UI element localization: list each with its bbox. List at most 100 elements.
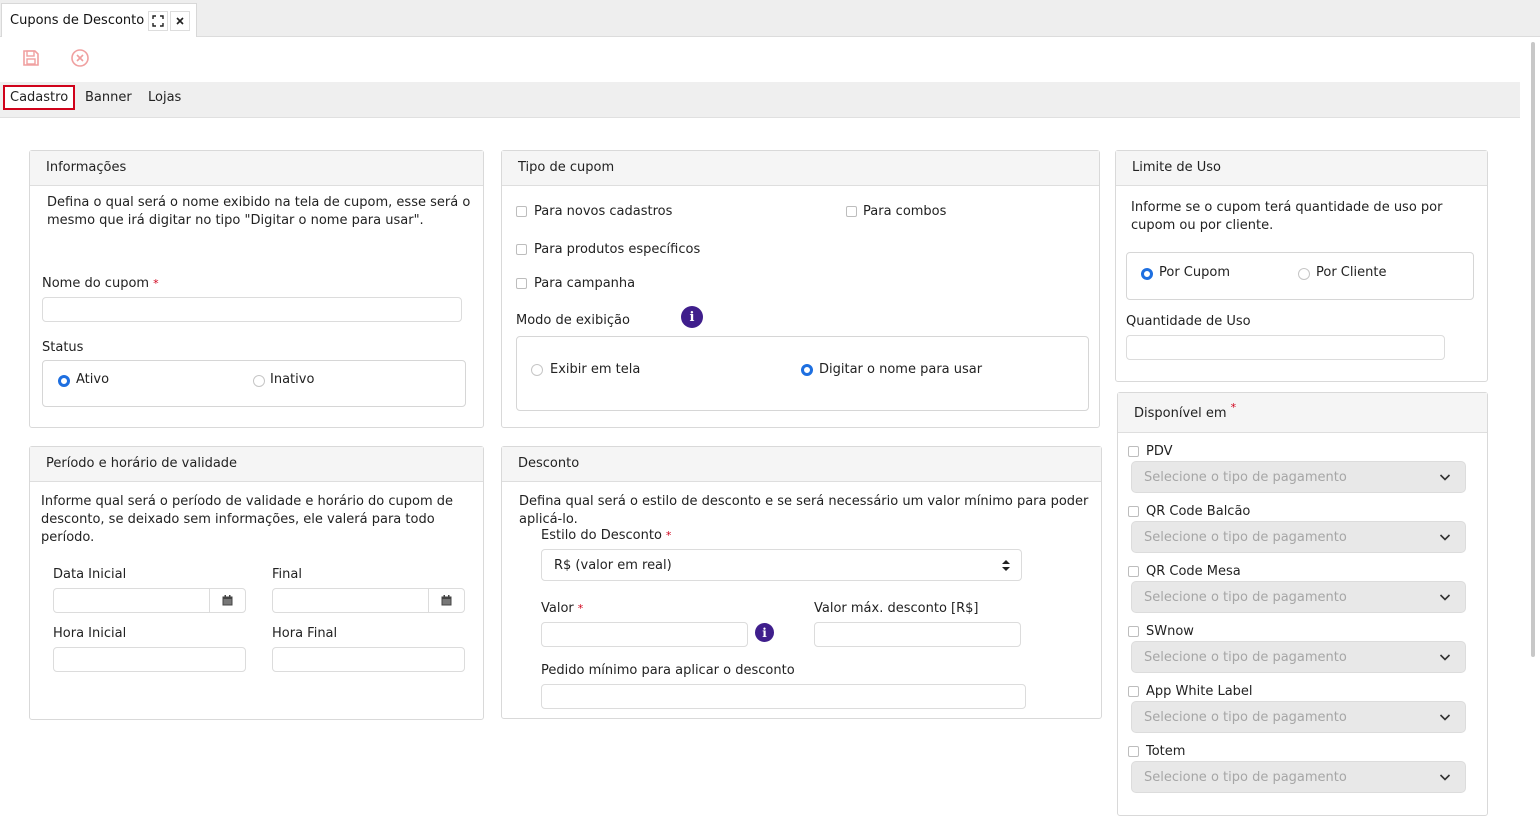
informacoes-title: Informações: [30, 151, 483, 186]
nome-cupom-input[interactable]: [42, 297, 462, 322]
estilo-desconto-select[interactable]: R$ (valor em real): [541, 549, 1022, 581]
swnow-label: SWnow: [1146, 624, 1194, 639]
estilo-desconto-label: Estilo do Desconto *: [541, 528, 672, 543]
info-icon[interactable]: i: [755, 623, 774, 642]
novos-cadastros-checkbox[interactable]: [516, 206, 527, 217]
cancel-circle-icon[interactable]: [70, 48, 92, 70]
status-inativo-radio[interactable]: [253, 375, 265, 387]
digitar-nome-radio[interactable]: [801, 364, 813, 376]
pdv-label: PDV: [1146, 444, 1173, 459]
form-tabs: Cadastro Banner Lojas: [0, 82, 1520, 118]
totem-checkbox[interactable]: [1128, 746, 1139, 757]
modo-exibicao-group: Exibir em tela Digitar o nome para usar: [516, 336, 1089, 411]
limite-tipo-group: Por Cupom Por Cliente: [1126, 252, 1474, 300]
combos-checkbox[interactable]: [846, 206, 857, 217]
por-cupom-radio[interactable]: [1141, 268, 1153, 280]
page-scrollbar[interactable]: [1531, 42, 1535, 657]
document-tab-title: Cupons de Desconto: [10, 13, 145, 28]
pdv-checkbox[interactable]: [1128, 446, 1139, 457]
combos-label: Para combos: [863, 204, 947, 219]
chevron-down-icon: [1439, 654, 1451, 661]
periodo-panel: Período e horário de validade Informe qu…: [29, 446, 484, 720]
totem-label: Totem: [1146, 744, 1186, 759]
totem-payment-select[interactable]: Selecione o tipo de pagamento: [1131, 761, 1466, 793]
info-icon[interactable]: i: [681, 306, 703, 328]
expand-icon[interactable]: [148, 11, 168, 31]
status-inativo-label[interactable]: Inativo: [270, 372, 314, 387]
pedido-minimo-label: Pedido mínimo para aplicar o desconto: [541, 663, 795, 678]
estilo-desconto-value: R$ (valor em real): [554, 558, 672, 573]
por-cliente-label[interactable]: Por Cliente: [1316, 265, 1386, 280]
status-ativo-label[interactable]: Ativo: [76, 372, 109, 387]
campanha-label: Para campanha: [534, 276, 636, 291]
informacoes-panel: Informações Defina o qual será o nome ex…: [29, 150, 484, 428]
hora-final-input[interactable]: [272, 647, 465, 672]
status-label: Status: [42, 340, 84, 355]
status-ativo-radio[interactable]: [58, 375, 70, 387]
valor-max-input[interactable]: [814, 622, 1021, 647]
data-inicial-label: Data Inicial: [53, 567, 127, 582]
nome-cupom-label: Nome do cupom *: [42, 276, 159, 291]
data-final-input[interactable]: [272, 588, 465, 613]
qr-mesa-payment-select[interactable]: Selecione o tipo de pagamento: [1131, 581, 1466, 613]
por-cliente-radio[interactable]: [1298, 268, 1310, 280]
produtos-especificos-label: Para produtos específicos: [534, 242, 701, 257]
data-final-label: Final: [272, 567, 302, 582]
tipo-cupom-title: Tipo de cupom: [502, 151, 1099, 186]
swnow-checkbox[interactable]: [1128, 626, 1139, 637]
valor-label: Valor *: [541, 601, 584, 616]
qr-mesa-label: QR Code Mesa: [1146, 564, 1241, 579]
app-white-label-payment-select[interactable]: Selecione o tipo de pagamento: [1131, 701, 1466, 733]
tab-banner[interactable]: Banner: [80, 88, 137, 107]
valor-max-label: Valor máx. desconto [R$]: [814, 601, 979, 616]
chevron-down-icon: [1439, 774, 1451, 781]
swnow-payment-select[interactable]: Selecione o tipo de pagamento: [1131, 641, 1466, 673]
pdv-payment-select[interactable]: Selecione o tipo de pagamento: [1131, 461, 1466, 493]
informacoes-description: Defina o qual será o nome exibido na tel…: [47, 195, 471, 228]
produtos-especificos-checkbox[interactable]: [516, 244, 527, 255]
calendar-icon[interactable]: [428, 589, 464, 612]
desconto-description: Defina qual será o estilo de desconto e …: [519, 494, 1089, 527]
chevron-down-icon: [1439, 594, 1451, 601]
save-icon[interactable]: [21, 48, 43, 70]
qr-balcao-label: QR Code Balcão: [1146, 504, 1251, 519]
app-white-label-checkbox[interactable]: [1128, 686, 1139, 697]
limite-uso-description: Informe se o cupom terá quantidade de us…: [1131, 200, 1443, 233]
tab-lojas[interactable]: Lojas: [143, 88, 186, 107]
limite-uso-title: Limite de Uso: [1116, 151, 1487, 186]
chevron-down-icon: [1439, 714, 1451, 721]
desconto-title: Desconto: [502, 447, 1101, 482]
quantidade-uso-label: Quantidade de Uso: [1126, 314, 1251, 329]
close-icon[interactable]: [170, 11, 190, 31]
hora-inicial-label: Hora Inicial: [53, 626, 127, 641]
valor-input[interactable]: [541, 622, 748, 647]
hora-inicial-input[interactable]: [53, 647, 246, 672]
desconto-panel: Desconto Defina qual será o estilo de de…: [501, 446, 1102, 719]
exibir-em-tela-label[interactable]: Exibir em tela: [550, 362, 640, 377]
sort-arrows-icon: [1002, 560, 1010, 571]
periodo-description: Informe qual será o período de validade …: [41, 494, 454, 545]
digitar-nome-label[interactable]: Digitar o nome para usar: [819, 362, 982, 377]
chevron-down-icon: [1439, 534, 1451, 541]
qr-mesa-checkbox[interactable]: [1128, 566, 1139, 577]
tipo-cupom-panel: Tipo de cupom Para novos cadastros Para …: [501, 150, 1100, 428]
hora-final-label: Hora Final: [272, 626, 338, 641]
quantidade-uso-input[interactable]: [1126, 335, 1445, 360]
limite-uso-panel: Limite de Uso Informe se o cupom terá qu…: [1115, 150, 1488, 382]
document-tab-bar: Cupons de Desconto: [0, 0, 1540, 37]
tab-cadastro[interactable]: Cadastro: [3, 85, 76, 110]
campanha-checkbox[interactable]: [516, 278, 527, 289]
pedido-minimo-input[interactable]: [541, 684, 1026, 709]
disponivel-title: Disponível em *: [1118, 393, 1487, 433]
qr-balcao-checkbox[interactable]: [1128, 506, 1139, 517]
status-group: Ativo Inativo: [42, 360, 466, 407]
app-white-label-label: App White Label: [1146, 684, 1253, 699]
data-inicial-input[interactable]: [53, 588, 246, 613]
periodo-title: Período e horário de validade: [30, 447, 483, 482]
qr-balcao-payment-select[interactable]: Selecione o tipo de pagamento: [1131, 521, 1466, 553]
document-tab[interactable]: Cupons de Desconto: [1, 3, 197, 37]
por-cupom-label[interactable]: Por Cupom: [1159, 265, 1230, 280]
exibir-em-tela-radio[interactable]: [531, 364, 543, 376]
calendar-icon[interactable]: [209, 589, 245, 612]
novos-cadastros-label: Para novos cadastros: [534, 204, 673, 219]
